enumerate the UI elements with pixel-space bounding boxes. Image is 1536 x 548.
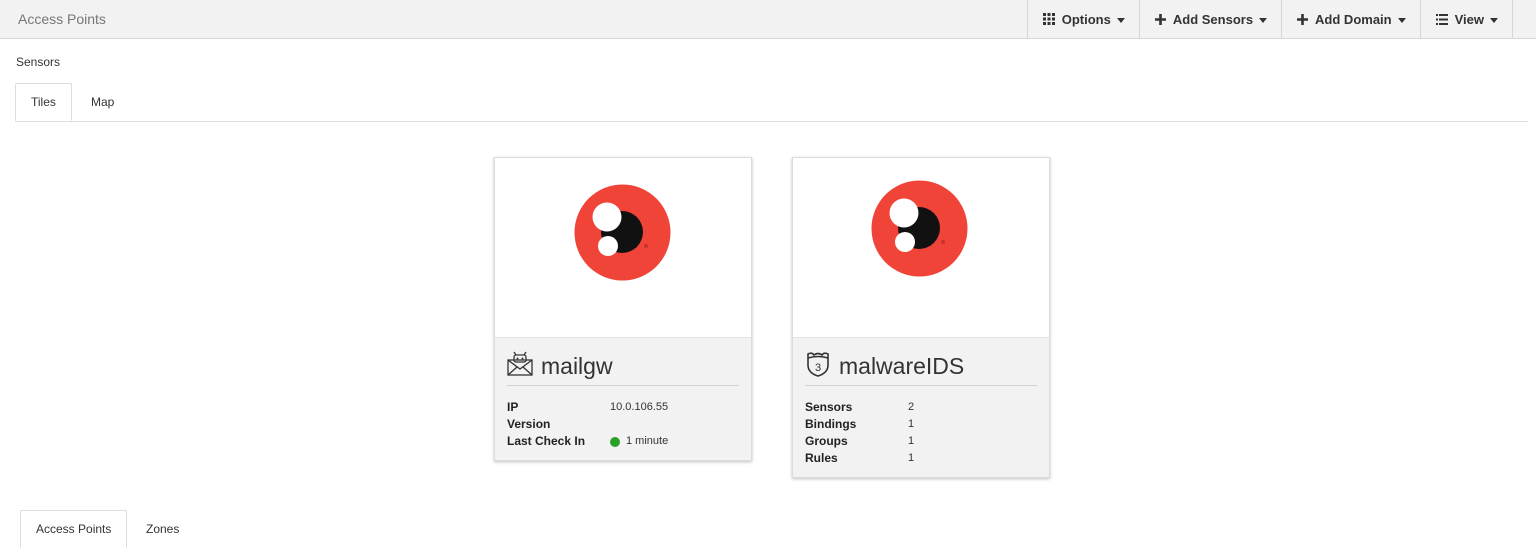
- card-fields: Sensors 2 Bindings 1 Groups 1 Rules 1: [805, 399, 1037, 467]
- options-menu-button[interactable]: Options: [1026, 0, 1139, 38]
- field-value: 1: [908, 418, 915, 430]
- field-row: Groups 1: [805, 433, 1037, 450]
- card-logo-area: [793, 158, 1049, 338]
- mail-robot-icon: [507, 351, 533, 382]
- sensor-logo-icon: [574, 184, 671, 281]
- field-row: Bindings 1: [805, 416, 1037, 433]
- add-domain-label: Add Domain: [1315, 11, 1392, 27]
- shield-3-icon: 3: [805, 351, 831, 382]
- add-domain-button[interactable]: Add Domain: [1281, 0, 1420, 38]
- chevron-down-icon: [1116, 17, 1125, 23]
- field-value: 1: [908, 452, 915, 464]
- top-menu: Options Add Sensors Add Domain View: [1026, 0, 1513, 38]
- field-key: Bindings: [805, 417, 857, 431]
- sensor-card-malwareids[interactable]: 3 malwareIDS Sensors 2 Bindings 1 Groups…: [792, 157, 1050, 478]
- card-title: mailgw: [541, 353, 613, 379]
- plus-icon: [1297, 13, 1309, 25]
- status-dot-icon: [610, 436, 620, 447]
- svg-text:3: 3: [815, 362, 821, 374]
- chevron-down-icon: [1259, 17, 1268, 23]
- options-label: Options: [1061, 11, 1111, 27]
- card-title: malwareIDS: [839, 353, 965, 379]
- field-value: 1: [908, 435, 915, 447]
- view-menu-button[interactable]: View: [1419, 0, 1513, 38]
- field-key: Version: [507, 417, 551, 431]
- last-check-in-value: 1 minute: [626, 435, 669, 447]
- sensor-card-mailgw[interactable]: mailgw IP 10.0.106.55 Version Last Check…: [494, 157, 752, 461]
- card-title-row: mailgw: [507, 348, 739, 386]
- top-bar: Access Points Options Add Sensors Add Do…: [0, 0, 1536, 39]
- card-body: mailgw IP 10.0.106.55 Version Last Check…: [495, 338, 751, 460]
- field-row: Version: [507, 416, 739, 433]
- card-fields: IP 10.0.106.55 Version Last Check In 1 m…: [507, 399, 739, 450]
- add-sensors-label: Add Sensors: [1172, 11, 1254, 27]
- field-row: Last Check In 1 minute: [507, 433, 739, 450]
- field-row: IP 10.0.106.55: [507, 399, 739, 416]
- tab-zones[interactable]: Zones: [131, 510, 194, 548]
- card-logo-area: [495, 158, 751, 338]
- card-body: 3 malwareIDS Sensors 2 Bindings 1 Groups…: [793, 338, 1049, 477]
- field-value-status: 1 minute: [610, 433, 668, 450]
- field-key: IP: [507, 400, 519, 414]
- view-label: View: [1454, 11, 1484, 27]
- chevron-down-icon: [1490, 17, 1498, 23]
- tab-access-points[interactable]: Access Points: [20, 510, 128, 548]
- sensors-tabs: Tiles Map: [15, 83, 1528, 122]
- plus-icon: [1154, 13, 1166, 25]
- field-row: Rules 1: [805, 450, 1037, 467]
- field-key: Groups: [805, 434, 848, 448]
- chevron-down-icon: [1397, 17, 1406, 23]
- sensor-logo-icon: [871, 180, 968, 277]
- field-key: Sensors: [805, 400, 853, 414]
- list-icon: [1435, 13, 1448, 25]
- field-value: 10.0.106.55: [610, 401, 669, 413]
- tab-map[interactable]: Map: [76, 83, 129, 121]
- field-key: Rules: [805, 451, 838, 465]
- field-row: Sensors 2: [805, 399, 1037, 416]
- page-title: Access Points: [18, 11, 106, 27]
- section-label: Sensors: [16, 55, 61, 69]
- field-key: Last Check In: [507, 434, 586, 448]
- tab-tiles[interactable]: Tiles: [15, 83, 72, 121]
- add-sensors-button[interactable]: Add Sensors: [1138, 0, 1281, 38]
- card-title-row: 3 malwareIDS: [805, 348, 1037, 386]
- grid-icon: [1042, 13, 1055, 25]
- bottom-tabs: Access Points Zones: [20, 510, 1528, 548]
- field-value: 2: [908, 401, 915, 413]
